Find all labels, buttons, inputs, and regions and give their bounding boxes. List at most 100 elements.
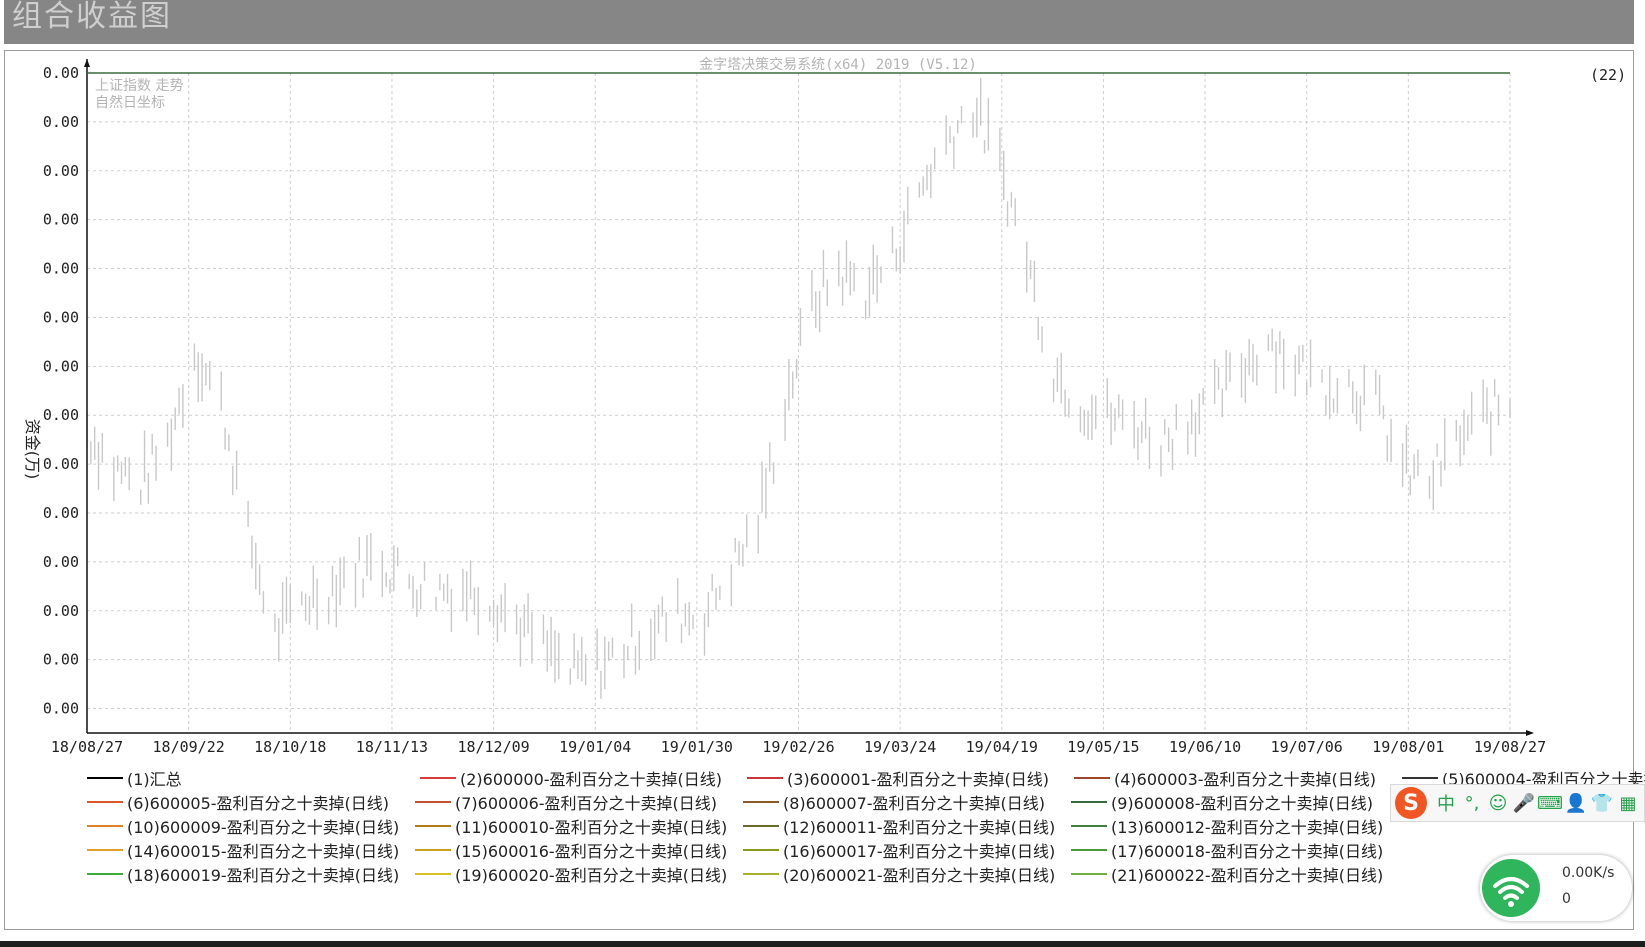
legend-swatch: [87, 801, 123, 803]
legend-label: (10)600009-盈利百分之十卖掉(日线): [127, 818, 400, 837]
y-tick-label: 0.00: [43, 553, 79, 571]
legend-swatch: [1071, 849, 1107, 851]
legend-label: (9)600008-盈利百分之十卖掉(日线): [1111, 794, 1374, 813]
legend-swatch: [87, 825, 123, 827]
keyboard-icon[interactable]: ⌨: [1537, 790, 1563, 816]
chinese-mode-icon[interactable]: 中: [1433, 790, 1459, 816]
user-icon[interactable]: 👤: [1563, 790, 1589, 816]
y-tick-label: 0.00: [43, 211, 79, 229]
legend-swatch: [87, 873, 123, 875]
legend-label: (15)600016-盈利百分之十卖掉(日线): [455, 842, 728, 861]
skin-icon[interactable]: 👕: [1589, 790, 1615, 816]
microphone-icon[interactable]: 🎤: [1511, 790, 1537, 816]
legend-label: (2)600000-盈利百分之十卖掉(日线): [460, 770, 723, 789]
legend-label: (20)600021-盈利百分之十卖掉(日线): [783, 866, 1056, 885]
legend-item[interactable]: (1)汇总: [87, 768, 182, 789]
legend-item[interactable]: (13)600012-盈利百分之十卖掉(日线): [1071, 816, 1384, 837]
legend-label: (16)600017-盈利百分之十卖掉(日线): [783, 842, 1056, 861]
y-tick-label: 0.00: [43, 357, 79, 375]
legend-swatch: [743, 849, 779, 851]
legend-label: (4)600003-盈利百分之十卖掉(日线): [1114, 770, 1377, 789]
ime-logo-icon[interactable]: S: [1395, 787, 1427, 819]
legend-label: (8)600007-盈利百分之十卖掉(日线): [783, 794, 1046, 813]
y-tick-label: 0.00: [43, 308, 79, 326]
legend-item[interactable]: (20)600021-盈利百分之十卖掉(日线): [743, 864, 1056, 885]
legend-item[interactable]: (2)600000-盈利百分之十卖掉(日线): [420, 768, 723, 789]
legend-swatch: [747, 777, 783, 779]
legend-label: (3)600001-盈利百分之十卖掉(日线): [787, 770, 1050, 789]
y-axis-label: 资金(万): [23, 419, 42, 480]
legend-item[interactable]: (16)600017-盈利百分之十卖掉(日线): [743, 840, 1056, 861]
legend-label: (6)600005-盈利百分之十卖掉(日线): [127, 794, 390, 813]
legend-swatch: [420, 777, 456, 779]
legend-swatch: [743, 825, 779, 827]
wifi-glyph: [1493, 877, 1529, 907]
legend-swatch: [87, 849, 123, 851]
coordinate-mode-label: 自然日坐标: [95, 94, 165, 111]
y-tick-label: 0.00: [43, 700, 79, 718]
series-count-label: (22): [1590, 66, 1626, 84]
grid-icon[interactable]: ▦: [1615, 790, 1641, 816]
network-speed: 0.00K/s: [1562, 865, 1615, 881]
legend-swatch: [1402, 777, 1438, 779]
legend-item[interactable]: (15)600016-盈利百分之十卖掉(日线): [415, 840, 728, 861]
legend-label: (18)600019-盈利百分之十卖掉(日线): [127, 866, 400, 885]
legend-label: (7)600006-盈利百分之十卖掉(日线): [455, 794, 718, 813]
x-tick-label: 18/08/27: [51, 738, 123, 756]
window-title: 组合收益图: [12, 0, 172, 34]
legend-swatch: [1071, 873, 1107, 875]
legend-item[interactable]: (12)600011-盈利百分之十卖掉(日线): [743, 816, 1056, 837]
network-monitor-widget[interactable]: 0.00K/s 0: [1480, 855, 1632, 921]
legend-item[interactable]: (17)600018-盈利百分之十卖掉(日线): [1071, 840, 1384, 861]
x-tick-label: 18/09/22: [153, 738, 225, 756]
legend-swatch: [87, 777, 123, 779]
legend-item[interactable]: (10)600009-盈利百分之十卖掉(日线): [87, 816, 400, 837]
x-tick-label: 19/08/01: [1372, 738, 1444, 756]
bottom-edge-bar: [0, 941, 1645, 947]
legend-label: (13)600012-盈利百分之十卖掉(日线): [1111, 818, 1384, 837]
legend-item[interactable]: (8)600007-盈利百分之十卖掉(日线): [743, 792, 1046, 813]
y-tick-label: 0.00: [43, 162, 79, 180]
punctuation-icon[interactable]: °,: [1459, 790, 1485, 816]
legend-swatch: [415, 873, 451, 875]
legend-label: (12)600011-盈利百分之十卖掉(日线): [783, 818, 1056, 837]
legend-item[interactable]: (11)600010-盈利百分之十卖掉(日线): [415, 816, 728, 837]
legend-item[interactable]: (7)600006-盈利百分之十卖掉(日线): [415, 792, 718, 813]
legend-label: (11)600010-盈利百分之十卖掉(日线): [455, 818, 728, 837]
tick-labels: 0.00 0.00 0.00 0.00 0.00 0.00 0.00 0.00 0.00 0.00…: [43, 64, 1546, 756]
legend-swatch: [415, 849, 451, 851]
y-axis-arrow: [84, 59, 90, 67]
legend-item[interactable]: (14)600015-盈利百分之十卖掉(日线): [87, 840, 399, 861]
legend-item[interactable]: (9)600008-盈利百分之十卖掉(日线): [1071, 792, 1374, 813]
x-tick-label: 18/11/13: [356, 738, 428, 756]
legend-item[interactable]: (4)600003-盈利百分之十卖掉(日线): [1074, 768, 1377, 789]
x-tick-label: 19/07/06: [1271, 738, 1343, 756]
legend-label: (21)600022-盈利百分之十卖掉(日线): [1111, 866, 1384, 885]
x-tick-label: 18/10/18: [254, 738, 326, 756]
legend-swatch: [743, 873, 779, 875]
legend-label: (1)汇总: [127, 770, 182, 789]
legend-item[interactable]: (18)600019-盈利百分之十卖掉(日线): [87, 864, 400, 885]
emoji-icon[interactable]: ☺: [1485, 790, 1511, 816]
axes: [84, 59, 1534, 736]
window-titlebar: 组合收益图: [4, 0, 1634, 44]
legend-item[interactable]: (6)600005-盈利百分之十卖掉(日线): [87, 792, 390, 813]
x-tick-label: 19/01/04: [559, 738, 631, 756]
x-tick-label: 19/02/26: [762, 738, 834, 756]
wifi-icon[interactable]: [1482, 859, 1540, 917]
y-tick-label: 0.00: [43, 651, 79, 669]
y-tick-label: 0.00: [43, 113, 79, 131]
x-tick-label: 19/03/24: [864, 738, 936, 756]
legend-item[interactable]: (3)600001-盈利百分之十卖掉(日线): [747, 768, 1050, 789]
x-tick-label: 19/01/30: [661, 738, 733, 756]
legend-item[interactable]: (21)600022-盈利百分之十卖掉(日线): [1071, 864, 1384, 885]
x-axis-arrow: [1526, 730, 1534, 736]
x-tick-label: 18/12/09: [457, 738, 529, 756]
grid: [87, 73, 1511, 733]
legend-swatch: [415, 825, 451, 827]
legend-item[interactable]: (19)600020-盈利百分之十卖掉(日线): [415, 864, 727, 885]
network-count: 0: [1562, 891, 1571, 907]
y-tick-label: 0.00: [43, 406, 79, 424]
ime-toolbar[interactable]: S 中 °, ☺ 🎤 ⌨ 👤 👕 ▦: [1390, 784, 1645, 822]
legend-label: (17)600018-盈利百分之十卖掉(日线): [1111, 842, 1384, 861]
